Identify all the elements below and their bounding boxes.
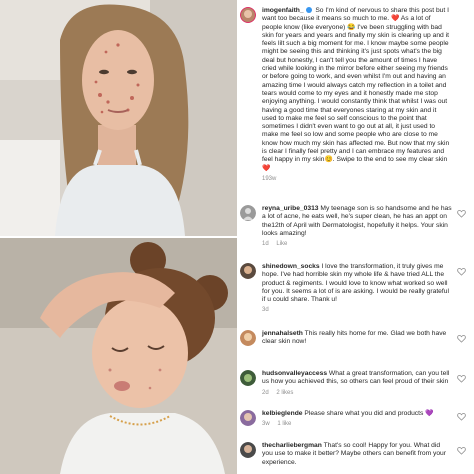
avatar[interactable] [240,370,256,386]
avatar[interactable] [240,7,256,23]
comment-body: imogenfaith_ So I'm kind of nervous to s… [262,7,452,173]
comment-body: thecharliebergman That's so cool! Happy … [262,442,452,467]
comment: shinedown_socks I love the transformatio… [240,263,466,313]
comment-body: jennahalseth This really hits home for m… [262,330,452,347]
comment: thecharliebergman That's so cool! Happy … [240,442,466,467]
comment-time: 193w [262,175,277,182]
comment-username[interactable]: reyna_uribe_0313 [262,205,319,212]
comment-meta: 2d 2 likes [262,390,466,396]
like-heart-icon[interactable] [457,446,466,455]
comments-panel: imogenfaith_ So I'm kind of nervous to s… [237,0,474,474]
verified-icon [306,7,313,14]
comment-text: Please share what you did and products 💜 [304,410,434,417]
like-button[interactable]: Like [276,241,287,247]
like-heart-icon[interactable] [457,209,466,218]
comment-username[interactable]: kelbieglende [262,410,303,417]
avatar[interactable] [240,330,256,346]
comment-body: kelbieglende Please share what you did a… [262,410,452,418]
comment: jennahalseth This really hits home for m… [240,330,466,347]
comment-meta: 3d [262,307,466,313]
comment-text: So I'm kind of nervous to share this pos… [262,7,450,172]
comment-username[interactable]: imogenfaith_ [262,7,304,14]
avatar[interactable] [240,442,256,458]
avatar[interactable] [240,205,256,221]
avatar[interactable] [240,410,256,426]
comment-meta: 1d Like [262,241,466,247]
comment-username[interactable]: thecharliebergman [262,442,322,449]
comment-time: 3w [262,421,270,428]
caption-comment: imogenfaith_ So I'm kind of nervous to s… [240,7,466,182]
like-heart-icon[interactable] [457,267,466,276]
comment-username[interactable]: shinedown_socks [262,263,320,270]
before-photo[interactable] [0,0,237,236]
comment-meta: 193w [262,176,466,182]
comment-username[interactable]: hudsonvalleyaccess [262,370,327,377]
comment-body: shinedown_socks I love the transformatio… [262,263,452,304]
before-photo-image [0,0,237,236]
photo-column [0,0,237,474]
avatar[interactable] [240,263,256,279]
comment-meta: 3w 1 like [262,421,466,427]
after-photo-image [0,238,237,474]
comment-time: 1d [262,241,269,248]
like-heart-icon[interactable] [457,412,466,421]
like-heart-icon[interactable] [457,374,466,383]
likes-count[interactable]: 1 like [277,421,291,427]
comment: hudsonvalleyaccess What a great transfor… [240,370,466,396]
comment-time: 3d [262,307,269,314]
comment-time: 2d [262,389,269,396]
comment-body: hudsonvalleyaccess What a great transfor… [262,370,452,387]
comment: reyna_uribe_0313 My teenage son is so ha… [240,205,466,247]
comment-body: reyna_uribe_0313 My teenage son is so ha… [262,205,452,238]
comment: kelbieglende Please share what you did a… [240,410,466,427]
likes-count[interactable]: 2 likes [276,390,293,396]
comment-username[interactable]: jennahalseth [262,330,303,337]
like-heart-icon[interactable] [457,334,466,343]
after-photo[interactable] [0,238,237,474]
